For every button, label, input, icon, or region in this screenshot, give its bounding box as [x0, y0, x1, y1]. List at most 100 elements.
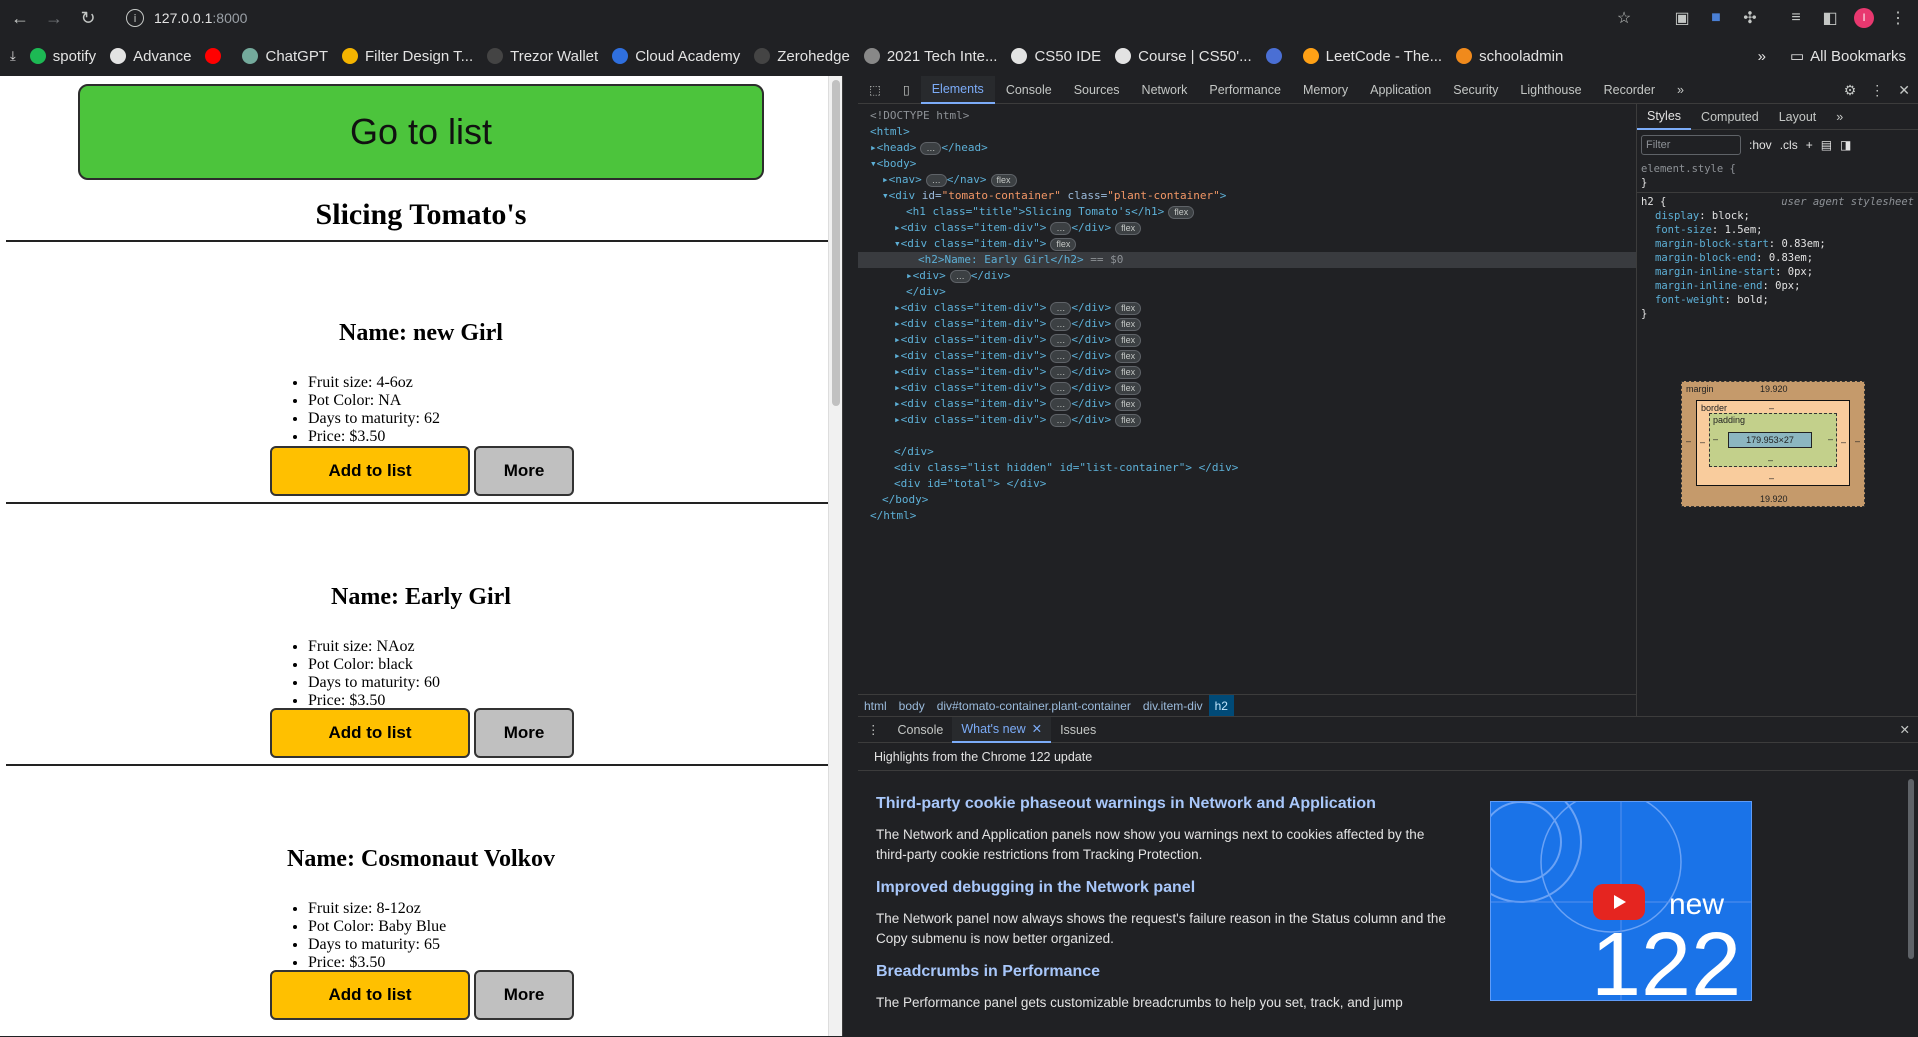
add-to-list-button[interactable]: Add to list [270, 708, 470, 758]
code-line[interactable]: ▸<div class="item-div">… </div> flex [894, 332, 1142, 348]
devtools-tab[interactable]: Console [995, 76, 1063, 104]
css-declaration[interactable]: margin-block-start: 0.83em; [1641, 237, 1914, 251]
breadcrumb-item[interactable]: div.item-div [1137, 695, 1209, 717]
code-line[interactable]: ▸<div class="item-div">… </div> flex [894, 380, 1142, 396]
devtools-tab[interactable]: Elements [920, 75, 995, 104]
breadcrumb-item[interactable]: div#tomato-container.plant-container [931, 695, 1137, 717]
breadcrumb-item[interactable]: h2 [1208, 694, 1234, 717]
hov-toggle[interactable]: :hov [1749, 138, 1772, 152]
cls-toggle[interactable]: .cls [1780, 138, 1798, 152]
scrollbar-thumb[interactable] [832, 80, 840, 406]
code-line[interactable]: ▸<div>… </div> [906, 268, 1011, 284]
element-style-rule[interactable]: element.style { } [1637, 160, 1918, 192]
devtools-tab[interactable]: Lighthouse [1509, 76, 1592, 104]
add-rule-icon[interactable]: + [1806, 138, 1813, 152]
code-line[interactable]: <h1 class="title">Slicing Tomato's</h1> f… [906, 204, 1195, 220]
code-line[interactable]: </html> [870, 508, 916, 524]
more-button[interactable]: More [474, 446, 574, 496]
menu-kebab-icon[interactable]: ⋮ [1888, 8, 1908, 28]
css-declaration[interactable]: margin-block-end: 0.83em; [1641, 251, 1914, 265]
add-to-list-button[interactable]: Add to list [270, 446, 470, 496]
bookmark-item[interactable]: Filter Design T... [342, 48, 473, 65]
profile-avatar[interactable]: I [1854, 8, 1874, 28]
devtools-resize-handle[interactable] [842, 76, 858, 1036]
news-title[interactable]: Breadcrumbs in Performance [876, 963, 1446, 981]
reload-icon[interactable]: ↻ [74, 4, 102, 32]
bookmark-item[interactable]: schooladmin [1456, 48, 1563, 65]
close-drawer-icon[interactable]: ✕ [1900, 722, 1910, 737]
bookmark-star-icon[interactable]: ☆ [1614, 8, 1634, 28]
add-to-list-button[interactable]: Add to list [270, 970, 470, 1020]
bookmark-item[interactable] [205, 48, 228, 64]
side-panel-icon[interactable]: ◧ [1820, 8, 1840, 28]
bookmark-item[interactable]: 2021 Tech Inte... [863, 48, 997, 65]
site-info-icon[interactable]: i [126, 9, 144, 27]
toggle-sidebar-icon[interactable]: ◨ [1840, 138, 1851, 152]
styles-filter-input[interactable]: Filter [1641, 135, 1741, 155]
extensions-puzzle-icon[interactable]: ✣ [1740, 8, 1760, 28]
code-line[interactable]: <html> [870, 124, 910, 140]
bookmark-item[interactable]: Advance [110, 48, 191, 65]
css-declaration[interactable]: font-weight: bold; [1641, 293, 1914, 307]
elements-tree[interactable]: <!DOCTYPE html> <html> ▸<head>… </head> ▾… [858, 104, 1636, 694]
devtools-tab[interactable]: Performance [1198, 76, 1292, 104]
tab-layout[interactable]: Layout [1769, 104, 1827, 130]
drawer-tab-whats-new[interactable]: What's new ✕ [952, 716, 1052, 743]
bookmarks-overflow-icon[interactable]: » [1758, 48, 1766, 65]
chrome-122-video-thumbnail[interactable]: new 122 [1490, 801, 1752, 1001]
apps-download-icon[interactable]: ⤓ [10, 48, 16, 64]
code-line[interactable]: ▸<div class="item-div">… </div> flex [894, 348, 1142, 364]
devtools-tab[interactable]: Sources [1063, 76, 1131, 104]
back-arrow-icon[interactable]: ← [6, 4, 34, 32]
drawer-tab-issues[interactable]: Issues [1051, 717, 1105, 743]
address-bar[interactable]: i 127.0.0.1:8000 [126, 5, 1586, 31]
devtools-tab[interactable]: Recorder [1593, 76, 1666, 104]
code-line[interactable]: ▸<nav>… </nav> flex [882, 172, 1017, 188]
h2-rule[interactable]: h2 {user agent stylesheet display: block… [1637, 192, 1918, 323]
page-scrollbar[interactable] [828, 76, 842, 1036]
code-line[interactable]: <div class="list hidden" id="list-contai… [894, 460, 1238, 476]
code-line[interactable]: </div> [906, 284, 946, 300]
code-line[interactable]: ▸<div class="item-div">… </div> flex [894, 396, 1142, 412]
breadcrumb-item[interactable]: html [858, 695, 893, 717]
more-button[interactable]: More [474, 708, 574, 758]
scrollbar-thumb[interactable] [1908, 779, 1914, 959]
bookmark-item[interactable]: Zerohedge [754, 48, 850, 65]
devtools-tab[interactable]: Network [1131, 76, 1199, 104]
code-line[interactable]: ▸<div class="item-div">… </div> flex [894, 364, 1142, 380]
breadcrumb-item[interactable]: body [893, 695, 931, 717]
settings-gear-icon[interactable]: ⚙ [1844, 82, 1857, 99]
selected-code-line[interactable]: <h2>Name: Early Girl</h2> == $0 [858, 252, 1636, 268]
news-title[interactable]: Improved debugging in the Network panel [876, 879, 1446, 897]
code-line[interactable]: ▸<div class="item-div">… </div> flex [894, 412, 1142, 428]
devtools-menu-icon[interactable]: ⋮ [1870, 82, 1884, 99]
css-declaration[interactable]: margin-inline-start: 0px; [1641, 265, 1914, 279]
drawer-tab-console[interactable]: Console [889, 717, 953, 743]
inspect-element-icon[interactable]: ⬚ [858, 76, 892, 104]
code-line[interactable]: <!DOCTYPE html> [870, 108, 969, 124]
bookmark-item[interactable]: Cloud Academy [612, 48, 740, 65]
bookmark-item[interactable]: ChatGPT [242, 48, 328, 65]
extension-icon[interactable]: ▣ [1672, 8, 1692, 28]
close-devtools-icon[interactable]: ✕ [1898, 82, 1910, 99]
bookmark-item[interactable]: Trezor Wallet [487, 48, 598, 65]
code-line[interactable]: ▾<div class="item-div"> flex [894, 236, 1077, 252]
device-toolbar-icon[interactable]: ▯ [892, 76, 921, 104]
devtools-tab[interactable]: Application [1359, 76, 1442, 104]
extension-shield-icon[interactable]: ■ [1706, 8, 1726, 28]
bookmark-item[interactable]: LeetCode - The... [1302, 48, 1442, 65]
code-line[interactable]: </div> [894, 444, 934, 460]
drawer-menu-icon[interactable]: ⋮ [858, 717, 889, 743]
bookmark-item[interactable]: spotify [29, 48, 96, 65]
code-line[interactable]: ▸<div class="item-div">… </div> flex [894, 300, 1142, 316]
tab-computed[interactable]: Computed [1691, 104, 1769, 130]
devtools-tab[interactable]: Security [1442, 76, 1509, 104]
all-bookmarks-button[interactable]: ▭ All Bookmarks [1790, 47, 1906, 66]
devtools-tab[interactable]: Memory [1292, 76, 1359, 104]
forward-arrow-icon[interactable]: → [40, 4, 68, 32]
tab-styles[interactable]: Styles [1637, 104, 1692, 130]
css-declaration[interactable]: display: block; [1641, 209, 1914, 223]
css-declaration[interactable]: font-size: 1.5em; [1641, 223, 1914, 237]
bookmark-item[interactable]: CS50 IDE [1011, 48, 1101, 65]
code-line[interactable]: ▸<head>… </head> [870, 140, 988, 156]
